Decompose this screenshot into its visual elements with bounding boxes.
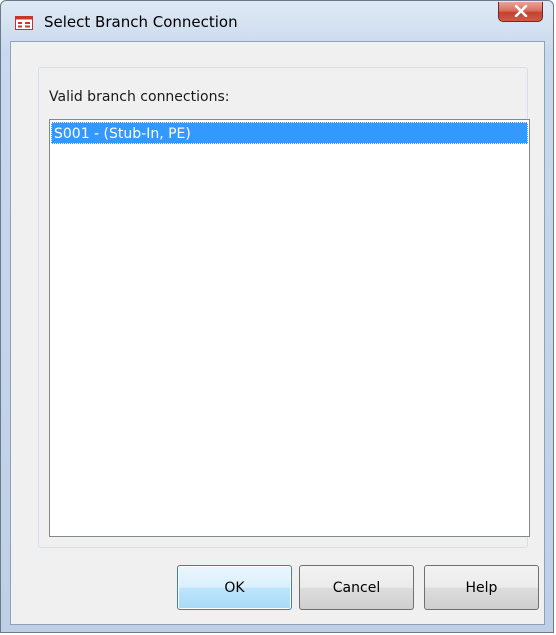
- close-icon: [514, 2, 528, 21]
- window-title: Select Branch Connection: [44, 13, 238, 31]
- cancel-button[interactable]: Cancel: [299, 565, 414, 610]
- title-bar[interactable]: Select Branch Connection: [1, 1, 553, 41]
- dialog-icon: [15, 15, 33, 30]
- branch-connections-group: Valid branch connections: S001 - (Stub-I…: [38, 67, 530, 548]
- dialog-window: Select Branch Connection Valid branch co…: [0, 0, 554, 633]
- list-label: Valid branch connections:: [49, 89, 230, 105]
- branch-connections-list[interactable]: S001 - (Stub-In, PE): [49, 119, 530, 537]
- close-button[interactable]: [498, 2, 543, 22]
- list-item[interactable]: S001 - (Stub-In, PE): [51, 122, 528, 144]
- dialog-content: Valid branch connections: S001 - (Stub-I…: [10, 41, 545, 625]
- help-button[interactable]: Help: [424, 565, 539, 610]
- ok-button[interactable]: OK: [177, 565, 292, 610]
